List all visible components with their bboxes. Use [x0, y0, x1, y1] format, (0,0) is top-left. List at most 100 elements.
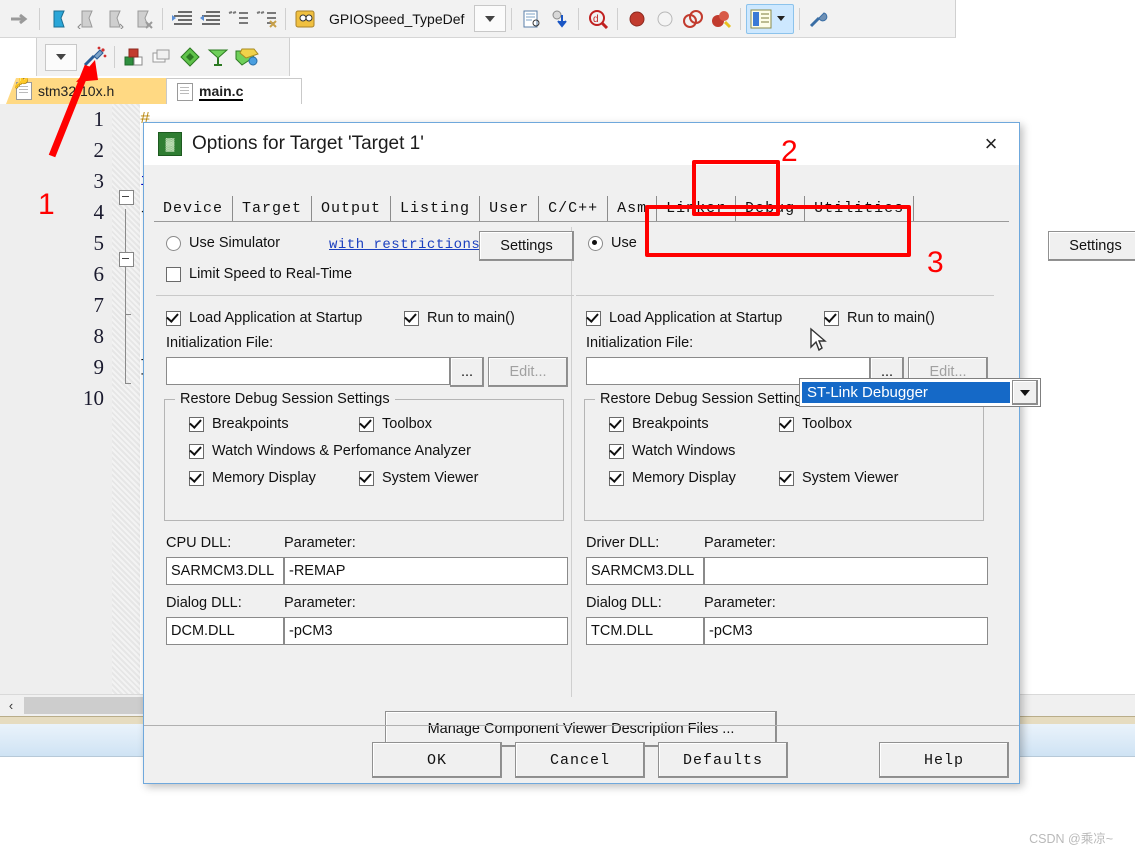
configure-wizard-icon[interactable]: [805, 5, 833, 33]
bookmark-next-icon[interactable]: [101, 5, 129, 33]
restore-sysviewer-row-left[interactable]: System Viewer: [359, 470, 478, 486]
load-application-checkbox[interactable]: [586, 310, 601, 326]
bookmark-blue-icon[interactable]: [45, 5, 73, 33]
driver-dll-input[interactable]: SARMCM3.DLL: [586, 557, 704, 585]
indent-icon[interactable]: [168, 5, 196, 33]
find-in-files-icon[interactable]: [291, 5, 319, 33]
manage-project-icon[interactable]: [148, 43, 176, 71]
limit-speed-checkbox[interactable]: [166, 266, 181, 282]
section-divider: [156, 295, 574, 296]
init-file-label-right: Initialization File:: [586, 335, 694, 351]
breakpoints-checkbox[interactable]: [609, 416, 624, 432]
tab-listing[interactable]: Listing: [391, 196, 481, 221]
restore-memory-row-left[interactable]: Memory Display: [189, 470, 316, 486]
document-icon: [177, 83, 193, 101]
bookmark-clear-icon[interactable]: [129, 5, 157, 33]
breakpoint-kill-icon[interactable]: [707, 5, 735, 33]
scroll-left-arrow-icon[interactable]: ‹: [2, 696, 20, 715]
cpu-parameter-input[interactable]: -REMAP: [284, 557, 568, 585]
driver-parameter-input[interactable]: [704, 557, 988, 585]
restore-breakpoints-row-left[interactable]: Breakpoints: [189, 416, 289, 432]
use-simulator-radio[interactable]: [166, 235, 181, 251]
dialog-dll-input-left[interactable]: DCM.DLL: [166, 617, 284, 645]
translate-icon[interactable]: [204, 43, 232, 71]
file-tab-main-c[interactable]: main.c: [166, 78, 302, 105]
close-icon[interactable]: ×: [971, 129, 1011, 159]
watch-windows-checkbox[interactable]: [189, 443, 204, 459]
init-file-browse-button-left[interactable]: ...: [450, 357, 484, 387]
cpu-dll-input[interactable]: SARMCM3.DLL: [166, 557, 284, 585]
breakpoint-toggle-icon[interactable]: [679, 5, 707, 33]
load-application-checkbox[interactable]: [166, 310, 181, 326]
cancel-button[interactable]: Cancel: [515, 742, 645, 778]
bookmark-prev-icon[interactable]: [73, 5, 101, 33]
tab-output[interactable]: Output: [312, 196, 392, 221]
document-properties-icon[interactable]: [517, 5, 545, 33]
memory-display-checkbox[interactable]: [609, 470, 624, 486]
chevron-down-icon[interactable]: [474, 5, 507, 32]
simulator-settings-button[interactable]: Settings: [479, 231, 574, 261]
tab-user[interactable]: User: [480, 196, 540, 221]
tab-target[interactable]: Target: [233, 196, 313, 221]
init-file-edit-button-left[interactable]: Edit...: [488, 357, 568, 387]
dialog-dll-input-right[interactable]: TCM.DLL: [586, 617, 704, 645]
restore-toolbox-row-right[interactable]: Toolbox: [779, 416, 852, 432]
insert-icon[interactable]: [545, 5, 573, 33]
restore-watch-row-right[interactable]: Watch Windows: [609, 443, 735, 459]
restore-breakpoints-row-right[interactable]: Breakpoints: [609, 416, 709, 432]
outdent-icon[interactable]: [196, 5, 224, 33]
keil-logo-icon: ▓: [158, 132, 182, 156]
run-to-main-row-right[interactable]: Run to main(): [824, 310, 935, 326]
run-to-main-row-left[interactable]: Run to main(): [404, 310, 515, 326]
system-viewer-checkbox[interactable]: [779, 470, 794, 486]
batch-build-icon[interactable]: [176, 43, 204, 71]
breakpoint-disable-icon[interactable]: [651, 5, 679, 33]
dialog-body: Device Target Output Listing User C/C++ …: [144, 165, 1135, 783]
limit-speed-row[interactable]: Limit Speed to Real-Time: [166, 266, 352, 282]
symbol-combo[interactable]: GPIOSpeed_TypeDef: [325, 5, 507, 32]
find-target-icon[interactable]: d: [584, 5, 612, 33]
load-app-row-right[interactable]: Load Application at Startup: [586, 310, 782, 326]
fold-toggle-line6[interactable]: [119, 252, 134, 267]
dialog-parameter-input-right[interactable]: -pCM3: [704, 617, 988, 645]
help-button[interactable]: Help: [879, 742, 1009, 778]
restore-memory-row-right[interactable]: Memory Display: [609, 470, 736, 486]
uncomment-icon[interactable]: [252, 5, 280, 33]
use-simulator-row[interactable]: Use Simulator: [166, 235, 280, 251]
fold-tick: [125, 383, 131, 384]
ok-button[interactable]: OK: [372, 742, 502, 778]
fold-toggle-line4[interactable]: [119, 190, 134, 205]
step-arrow-icon[interactable]: [6, 5, 34, 33]
run-to-main-checkbox[interactable]: [824, 310, 839, 326]
with-restrictions-link[interactable]: with restrictions: [329, 237, 480, 253]
memory-display-checkbox[interactable]: [189, 470, 204, 486]
system-viewer-checkbox[interactable]: [359, 470, 374, 486]
debugger-settings-button[interactable]: Settings: [1048, 231, 1135, 261]
run-to-main-checkbox[interactable]: [404, 310, 419, 326]
toolbox-checkbox[interactable]: [359, 416, 374, 432]
use-debugger-row[interactable]: Use: [588, 235, 637, 251]
breakpoint-icon[interactable]: [623, 5, 651, 33]
code-folding-column[interactable]: [112, 104, 140, 694]
watch-windows-checkbox[interactable]: [609, 443, 624, 459]
load-app-row-left[interactable]: Load Application at Startup: [166, 310, 362, 326]
use-debugger-radio[interactable]: [588, 235, 603, 251]
tab-device[interactable]: Device: [154, 196, 234, 221]
toolbox-checkbox[interactable]: [779, 416, 794, 432]
toolbar-divider: [617, 7, 619, 30]
dialog-parameter-input-left[interactable]: -pCM3: [284, 617, 568, 645]
watermark-text: CSDN @乘凉~: [1029, 832, 1113, 846]
tab-c-cpp[interactable]: C/C++: [539, 196, 609, 221]
chevron-down-icon[interactable]: [1012, 380, 1038, 405]
restore-toolbox-row-left[interactable]: Toolbox: [359, 416, 432, 432]
comment-icon[interactable]: [224, 5, 252, 33]
breakpoints-checkbox[interactable]: [189, 416, 204, 432]
restore-sysviewer-row-right[interactable]: System Viewer: [779, 470, 898, 486]
defaults-button[interactable]: Defaults: [658, 742, 788, 778]
project-window-icon[interactable]: [746, 3, 795, 34]
init-file-input-left[interactable]: [166, 357, 450, 385]
manage-runtime-icon[interactable]: [232, 43, 260, 71]
restore-watch-row-left[interactable]: Watch Windows & Perfomance Analyzer: [189, 443, 471, 459]
chevron-down-icon[interactable]: [777, 16, 786, 21]
debugger-select[interactable]: ST-Link Debugger: [799, 378, 1041, 407]
